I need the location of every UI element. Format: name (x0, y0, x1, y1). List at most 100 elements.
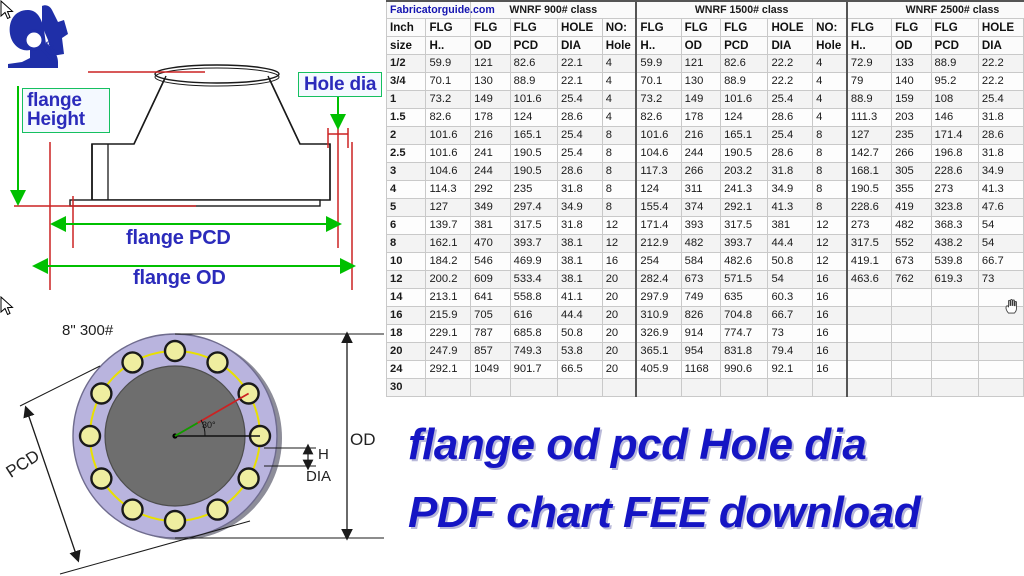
cell-c1500: 60.3 (767, 288, 814, 307)
cell-c900: 381 (470, 216, 511, 235)
table-row[interactable]: 20 247.9 857 749.3 53.8 20 365.1 954 831.8 79.4 16 (385, 342, 1024, 361)
cell-c1500: 482.6 (720, 252, 769, 271)
cell-c900: 34.9 (556, 198, 603, 217)
cell-inch-size: 3/4 (385, 72, 427, 91)
cell-c1500: 12 (812, 234, 848, 253)
cell-c1500: 165.1 (720, 126, 769, 145)
cell-c1500: 704.8 (720, 306, 769, 325)
cell-c1500: 365.1 (635, 342, 682, 361)
cell-c2500: 196.8 (930, 144, 979, 163)
cell-c2500: 203 (891, 108, 932, 127)
screenshot-root: & flange Height Hole dia flange PCD flan… (0, 0, 1024, 576)
col-header-cell: FLG (845, 18, 893, 37)
cell-c900 (509, 378, 558, 397)
table-row[interactable]: 12 200.2 609 533.4 38.1 20 282.4 673 571.5 54 16 46… (385, 270, 1024, 289)
cell-c1500: 8 (812, 180, 848, 199)
cell-c900: 31.8 (556, 180, 603, 199)
cell-c900: 787 (470, 324, 511, 343)
cell-c2500: 539.8 (930, 252, 979, 271)
col-header-cell: FLG (509, 18, 558, 37)
cell-c1500: 101.6 (635, 126, 682, 145)
cell-c900: 393.7 (509, 234, 558, 253)
cell-inch-size: 2 (385, 126, 427, 145)
table-row[interactable]: 5 127 349 297.4 34.9 8 155.4 374 292.1 41.3 8 228.6… (385, 198, 1024, 217)
table-row[interactable]: 1 73.2 149 101.6 25.4 4 73.2 149 101.6 25.4 4 88.9 1… (385, 90, 1024, 109)
cell-c900: 235 (509, 180, 558, 199)
cell-c900: 73.2 (425, 90, 472, 109)
table-row[interactable]: 30 (385, 378, 1024, 397)
cell-c900: 546 (470, 252, 511, 271)
cell-c1500: 104.6 (635, 144, 682, 163)
cell-c2500 (845, 306, 893, 325)
cell-c2500 (845, 378, 893, 397)
flange-dimension-table[interactable]: Fabricatorguide.com WNRF 900# class WNRF 1… (385, 0, 1024, 397)
col-header-cell: DIA (556, 36, 603, 55)
table-row[interactable]: 3/4 70.1 130 88.9 22.1 4 70.1 130 88.9 22.2 4 79 140… (385, 72, 1024, 91)
cell-inch-size: 1.5 (385, 108, 427, 127)
cell-c900: 4 (601, 90, 637, 109)
col-header-cell: NO: (812, 18, 848, 37)
cell-c1500: 121 (680, 54, 722, 73)
cell-inch-size: 18 (385, 324, 427, 343)
table-row[interactable]: 18 229.1 787 685.8 50.8 20 326.9 914 774.7 73 16 (385, 324, 1024, 343)
cell-c900: 616 (509, 306, 558, 325)
cell-c2500 (977, 324, 1024, 343)
cell-c1500: 88.9 (720, 72, 769, 91)
cell-c900: 190.5 (509, 162, 558, 181)
cell-c2500: 41.3 (977, 180, 1024, 199)
cell-c1500: 101.6 (720, 90, 769, 109)
table-row[interactable]: 24 292.1 1049 901.7 66.5 20 405.9 1168 990.6 92.1… (385, 360, 1024, 379)
cell-c900: 22.1 (556, 72, 603, 91)
table-row[interactable]: 6 139.7 381 317.5 31.8 12 171.4 393 317.5 381 12 27… (385, 216, 1024, 235)
cell-c900 (556, 378, 603, 397)
table-row[interactable]: 16 215.9 705 616 44.4 20 310.9 826 704.8 66.7 16 (385, 306, 1024, 325)
col-header-cell: H.. (425, 36, 472, 55)
cell-c1500: 124 (720, 108, 769, 127)
cell-c900: 317.5 (509, 216, 558, 235)
cell-c2500: 88.9 (845, 90, 893, 109)
flange-height-label-line2: Height (27, 109, 85, 131)
table-row[interactable]: 4 114.3 292 235 31.8 8 124 311 241.3 34.9 8 190.5 35… (385, 180, 1024, 199)
face-diagram-svg (19, 331, 384, 575)
cell-c900: 50.8 (556, 324, 603, 343)
table-row[interactable]: 2 101.6 216 165.1 25.4 8 101.6 216 165.1 25.4 8 127… (385, 126, 1024, 145)
table-row[interactable]: 8 162.1 470 393.7 38.1 12 212.9 482 393.7 44.4 12 3… (385, 234, 1024, 253)
cell-c900: 139.7 (425, 216, 472, 235)
cell-c2500: 317.5 (845, 234, 893, 253)
cell-c900: 121 (470, 54, 511, 73)
cell-c900: 22.1 (556, 54, 603, 73)
cell-c900: 216 (470, 126, 511, 145)
table-row[interactable]: 1/2 59.9 121 82.6 22.1 4 59.9 121 82.6 22.2 4 72.9 1… (385, 54, 1024, 73)
cell-c2500 (930, 288, 979, 307)
cell-c900: 4 (601, 72, 637, 91)
table-row[interactable]: 3 104.6 244 190.5 28.6 8 117.3 266 203.2 31.8 8 168… (385, 162, 1024, 181)
table-row[interactable]: 10 184.2 546 469.9 38.1 16 254 584 482.6 50.8 12 41… (385, 252, 1024, 271)
cell-c900: 184.2 (425, 252, 472, 271)
cell-c1500: 50.8 (767, 252, 814, 271)
cell-c1500: 190.5 (720, 144, 769, 163)
cell-c900: 130 (470, 72, 511, 91)
table-row[interactable]: 2.5 101.6 241 190.5 25.4 8 104.6 244 190.5 28.6 8 1… (385, 144, 1024, 163)
flange-dimension-table-panel[interactable]: Fabricatorguide.com WNRF 900# class WNRF 1… (384, 0, 1024, 400)
cell-c900: 28.6 (556, 162, 603, 181)
cell-c2500 (845, 342, 893, 361)
cell-c2500 (977, 360, 1024, 379)
cell-c2500: 168.1 (845, 162, 893, 181)
cell-c2500: 34.9 (977, 162, 1024, 181)
col-header-cell: NO: (601, 18, 637, 37)
cell-c1500: 1168 (680, 360, 722, 379)
size-class-label: 8" 300# (62, 322, 114, 339)
cell-c900: 20 (601, 360, 637, 379)
video-title-block: flange od pcd Hole dia PDF chart FEE dow… (384, 400, 1024, 576)
cell-c1500: 571.5 (720, 270, 769, 289)
cell-c900: 292 (470, 180, 511, 199)
cell-c900: 101.6 (425, 126, 472, 145)
table-row[interactable]: 1.5 82.6 178 124 28.6 4 82.6 178 124 28.6 4 111.3 20… (385, 108, 1024, 127)
cell-c2500 (891, 288, 932, 307)
cell-c1500: 82.6 (635, 108, 682, 127)
cell-c900: 229.1 (425, 324, 472, 343)
cell-c1500: 28.6 (767, 108, 814, 127)
cell-c900: 609 (470, 270, 511, 289)
table-row[interactable]: 14 213.1 641 558.8 41.1 20 297.9 749 635 60.3 16 (385, 288, 1024, 307)
cell-c2500: 273 (930, 180, 979, 199)
